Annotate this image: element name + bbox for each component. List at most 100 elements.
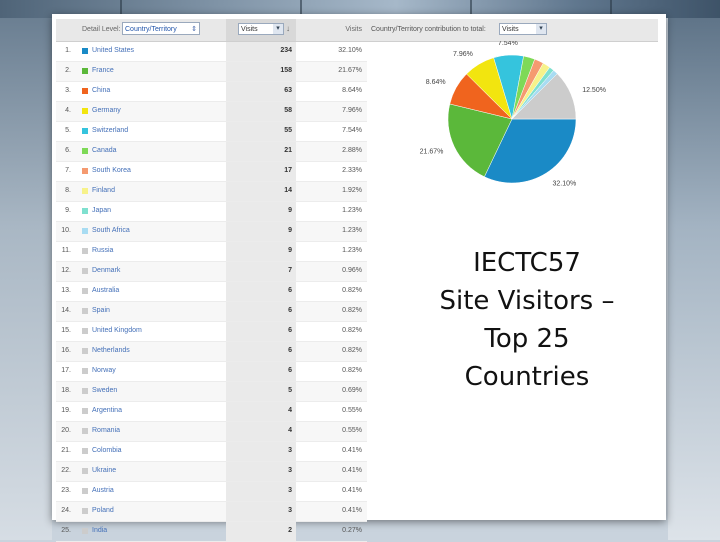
table-row: 2. France 158 21.67%	[56, 62, 367, 82]
row-percent: 0.69%	[342, 387, 362, 394]
country-link[interactable]: Norway	[92, 367, 116, 374]
row-color-swatch	[82, 468, 88, 474]
country-link[interactable]: Sweden	[92, 387, 117, 394]
visits-column-header[interactable]: Visits	[345, 26, 362, 33]
slide-title-line: Top 25	[484, 324, 570, 354]
row-rank: 18.	[61, 387, 71, 394]
detail-level-select[interactable]: Country/Territory ⇕	[122, 22, 200, 35]
row-color-swatch	[82, 188, 88, 194]
country-link[interactable]: Denmark	[92, 267, 120, 274]
row-color-swatch	[82, 208, 88, 214]
table-row: 10. South Africa 9 1.23%	[56, 222, 367, 242]
row-rank: 24.	[61, 507, 71, 514]
row-percent: 8.64%	[342, 87, 362, 94]
metric-select[interactable]: Visits ▾	[238, 23, 284, 35]
table-row: 9. Japan 9 1.23%	[56, 202, 367, 222]
row-percent: 32.10%	[338, 47, 362, 54]
pie-metric-select[interactable]: Visits ▾	[499, 23, 547, 35]
row-rank: 3.	[65, 87, 71, 94]
country-link[interactable]: United Kingdom	[92, 327, 142, 334]
country-link[interactable]: Switzerland	[92, 127, 128, 134]
table-row: 3. China 63 8.64%	[56, 82, 367, 102]
country-link[interactable]: South Africa	[92, 227, 130, 234]
country-link[interactable]: Canada	[92, 147, 117, 154]
table-row: 18. Sweden 5 0.69%	[56, 382, 367, 402]
country-link[interactable]: Ukraine	[92, 467, 116, 474]
country-link[interactable]: India	[92, 527, 107, 534]
slide-title-line: Site Visitors –	[439, 286, 615, 316]
row-visits: 63	[284, 87, 292, 94]
pie-slice-label: 8.64%	[426, 79, 446, 86]
row-percent: 0.27%	[342, 527, 362, 534]
row-color-swatch	[82, 248, 88, 254]
row-percent: 0.41%	[342, 467, 362, 474]
country-link[interactable]: Austria	[92, 487, 114, 494]
row-color-swatch	[82, 528, 88, 534]
sort-arrow-icon[interactable]: ↓	[286, 24, 290, 33]
row-rank: 21.	[61, 447, 71, 454]
row-percent: 0.41%	[342, 487, 362, 494]
country-link[interactable]: United States	[92, 47, 134, 54]
row-visits: 55	[284, 127, 292, 134]
row-percent: 21.67%	[338, 67, 362, 74]
country-link[interactable]: Spain	[92, 307, 110, 314]
country-link[interactable]: China	[92, 87, 110, 94]
slide-title: IECTC57 Site Visitors – Top 25 Countries	[412, 244, 642, 396]
table-header: Detail Level: Country/Territory ⇕ Visits…	[56, 19, 367, 42]
country-link[interactable]: South Korea	[92, 167, 131, 174]
row-percent: 0.82%	[342, 327, 362, 334]
table-row: 11. Russia 9 1.23%	[56, 242, 367, 262]
row-rank: 1.	[65, 47, 71, 54]
row-rank: 13.	[61, 287, 71, 294]
table-row: 14. Spain 6 0.82%	[56, 302, 367, 322]
row-color-swatch	[82, 48, 88, 54]
table-row: 1. United States 234 32.10%	[56, 42, 367, 62]
country-link[interactable]: Finland	[92, 187, 115, 194]
row-percent: 0.82%	[342, 347, 362, 354]
country-link[interactable]: Germany	[92, 107, 121, 114]
country-link[interactable]: Australia	[92, 287, 119, 294]
country-link[interactable]: Japan	[92, 207, 111, 214]
slide-title-line: Countries	[464, 362, 590, 392]
row-color-swatch	[82, 268, 88, 274]
row-percent: 1.23%	[342, 207, 362, 214]
row-color-swatch	[82, 448, 88, 454]
table-row: 19. Argentina 4 0.55%	[56, 402, 367, 422]
country-link[interactable]: Argentina	[92, 407, 122, 414]
row-visits: 6	[288, 367, 292, 374]
row-color-swatch	[82, 428, 88, 434]
row-percent: 7.96%	[342, 107, 362, 114]
row-visits: 6	[288, 347, 292, 354]
chevron-down-icon: ⇕	[191, 26, 197, 33]
country-link[interactable]: Poland	[92, 507, 114, 514]
table-row: 5. Switzerland 55 7.54%	[56, 122, 367, 142]
row-color-swatch	[82, 288, 88, 294]
row-color-swatch	[82, 168, 88, 174]
row-color-swatch	[82, 368, 88, 374]
pie-chart-area: 32.10% 21.67% 8.64% 7.96% 7.54% 12.50%	[367, 40, 658, 211]
table-row: 16. Netherlands 6 0.82%	[56, 342, 367, 362]
country-link[interactable]: Romania	[92, 427, 120, 434]
pie-slice-label: 12.50%	[582, 87, 606, 94]
row-visits: 9	[288, 227, 292, 234]
country-link[interactable]: Netherlands	[92, 347, 130, 354]
table-row: 13. Australia 6 0.82%	[56, 282, 367, 302]
row-visits: 3	[288, 487, 292, 494]
row-percent: 1.23%	[342, 227, 362, 234]
row-rank: 23.	[61, 487, 71, 494]
row-visits: 4	[288, 427, 292, 434]
row-percent: 2.33%	[342, 167, 362, 174]
row-percent: 7.54%	[342, 127, 362, 134]
country-link[interactable]: France	[92, 67, 114, 74]
row-color-swatch	[82, 128, 88, 134]
row-visits: 9	[288, 247, 292, 254]
row-visits: 3	[288, 467, 292, 474]
row-visits: 6	[288, 327, 292, 334]
row-color-swatch	[82, 508, 88, 514]
background-right	[668, 18, 720, 540]
row-color-swatch	[82, 68, 88, 74]
table-row: 4. Germany 58 7.96%	[56, 102, 367, 122]
row-color-swatch	[82, 108, 88, 114]
country-link[interactable]: Russia	[92, 247, 113, 254]
country-link[interactable]: Colombia	[92, 447, 122, 454]
